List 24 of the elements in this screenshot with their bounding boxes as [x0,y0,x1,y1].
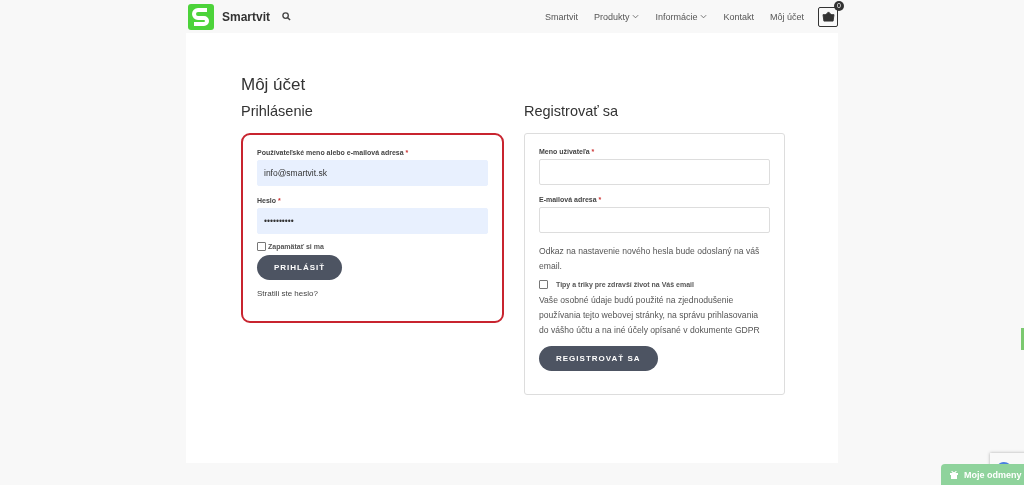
checkbox[interactable] [257,242,266,251]
nav-link[interactable]: Kontakt [723,11,754,22]
input-field[interactable]: info@smartvit.sk [257,160,488,186]
nav-link[interactable]: Produkty [593,11,640,22]
cart-button[interactable] [818,6,838,27]
input-field[interactable] [539,207,770,233]
input-field[interactable] [539,159,770,185]
basket-icon [821,11,835,22]
site-name[interactable]: Smartvit [222,9,271,24]
login-heading: Prihlásenie [241,103,314,119]
login-button[interactable]: PRIHLÁSIŤ [257,255,343,280]
password-note: Odkaz na nastavenie nového hesla bude odoslaný na váš email. [539,245,761,273]
nav-link[interactable]: Smartvit [544,11,578,22]
search-icon[interactable] [282,12,292,21]
privacy-text: Vaše osobné údaje budú použité na zjednodušenie používania tejto webovej stránky, na správu prihlasovania do vášho účtu a na iné účely opísané v dokumente GDPR [539,294,761,337]
nav-link[interactable]: Informácie [655,11,708,22]
register-heading: Registrovať sa [524,103,620,119]
input-field[interactable]: •••••••••• [257,208,488,234]
page-title: Môj účet [241,75,307,95]
register-button[interactable]: REGISTROVAŤ SA [539,346,658,371]
nav-link[interactable]: Môj účet [770,11,804,22]
lost-password-link[interactable]: Stratili ste heslo? [257,289,488,298]
checkbox[interactable] [539,280,548,289]
gift-icon [949,469,959,480]
